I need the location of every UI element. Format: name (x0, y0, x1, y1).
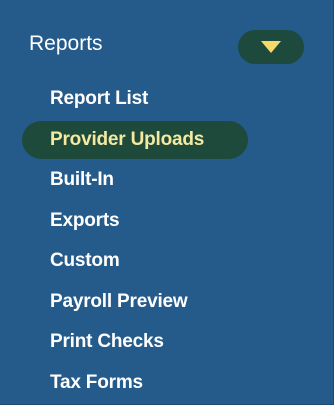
menu-item-label: Report List (50, 88, 149, 109)
menu-item-exports[interactable]: Exports (0, 206, 333, 247)
menu-item-custom[interactable]: Custom (0, 246, 333, 287)
menu-item-label: Payroll Preview (50, 290, 188, 312)
menu-item-payroll-preview[interactable]: Payroll Preview (0, 287, 333, 328)
collapse-toggle-button[interactable] (238, 30, 304, 64)
section-title: Reports (29, 32, 103, 55)
menu-item-label: Tax Forms (50, 371, 143, 393)
menu-item-provider-uploads[interactable]: Provider Uploads (0, 120, 333, 166)
caret-down-icon (261, 41, 281, 53)
reports-section-header[interactable]: Reports (0, 26, 333, 68)
menu-item-label: Custom (50, 250, 120, 271)
menu-item-label: Built-In (50, 169, 114, 190)
reports-menu: Report List Provider Uploads Built-In Ex… (0, 84, 333, 408)
reports-sidebar-panel: Reports Report List Provider Uploads Bui… (0, 0, 334, 405)
menu-item-label: Provider Uploads (50, 128, 205, 150)
menu-item-label: Exports (50, 209, 120, 231)
menu-item-report-list[interactable]: Report List (0, 84, 333, 125)
menu-item-built-in[interactable]: Built-In (0, 165, 333, 206)
menu-item-tax-forms[interactable]: Tax Forms (0, 368, 333, 409)
menu-item-label: Print Checks (50, 331, 164, 352)
menu-item-print-checks[interactable]: Print Checks (0, 327, 333, 368)
